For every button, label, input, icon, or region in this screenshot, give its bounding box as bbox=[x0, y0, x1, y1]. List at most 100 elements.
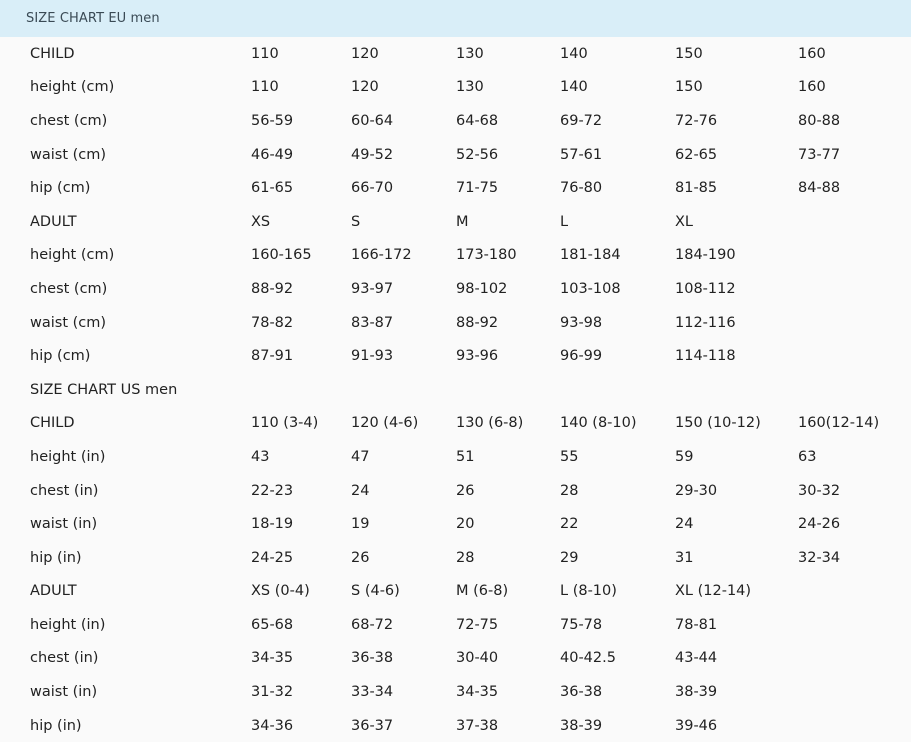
row-label-cell: hip (in) bbox=[30, 717, 82, 734]
table-cell: 160(12-14) bbox=[798, 415, 880, 432]
table-cell: L (8-10) bbox=[560, 583, 617, 600]
table-cell: 69-72 bbox=[560, 112, 603, 129]
table-cell: 166-172 bbox=[351, 247, 412, 264]
table-cell: 24-26 bbox=[798, 516, 841, 533]
row-label-cell: hip (in) bbox=[30, 549, 82, 566]
row-label-cell: height (in) bbox=[30, 616, 106, 633]
table-cell: 160 bbox=[798, 79, 826, 96]
table-row: height (cm) 160-165 166-172 173-180 181-184 1… bbox=[0, 239, 911, 273]
table-cell bbox=[251, 373, 351, 407]
table-cell: 160 bbox=[798, 45, 826, 62]
size-chart-eu-title: SIZE CHART EU men bbox=[26, 11, 160, 26]
table-cell: 93-96 bbox=[456, 348, 499, 365]
row-label-cell: waist (in) bbox=[30, 516, 98, 533]
table-cell: 24 bbox=[351, 482, 370, 499]
table-cell: 76-80 bbox=[560, 180, 603, 197]
table-cell: 36-38 bbox=[560, 684, 603, 701]
table-cell bbox=[798, 339, 911, 373]
table-row: height (in) 65-68 68-72 72-75 75-78 78-81 bbox=[0, 608, 911, 642]
table-cell: 55 bbox=[560, 448, 579, 465]
table-cell: 51 bbox=[456, 448, 475, 465]
table-cell: 140 bbox=[560, 45, 588, 62]
table-cell: S (4-6) bbox=[351, 583, 400, 600]
table-cell: 37-38 bbox=[456, 717, 499, 734]
table-cell bbox=[798, 306, 911, 340]
row-label-cell: CHILD bbox=[30, 415, 75, 432]
table-cell: 112-116 bbox=[675, 314, 736, 331]
row-label-cell: waist (cm) bbox=[30, 314, 107, 331]
table-cell: 52-56 bbox=[456, 146, 499, 163]
table-cell: 81-85 bbox=[675, 180, 718, 197]
table-cell: 38-39 bbox=[675, 684, 718, 701]
table-cell: 110 bbox=[251, 79, 279, 96]
table-row: waist (in) 18-19 19 20 22 24 24-26 bbox=[0, 507, 911, 541]
table-cell: 24-25 bbox=[251, 549, 294, 566]
table-cell: 78-82 bbox=[251, 314, 294, 331]
row-label-cell: chest (cm) bbox=[30, 112, 108, 129]
table-cell: 93-98 bbox=[560, 314, 603, 331]
row-label-cell: height (cm) bbox=[30, 79, 115, 96]
table-cell: 96-99 bbox=[560, 348, 603, 365]
table-cell: 26 bbox=[351, 549, 370, 566]
table-cell: 84-88 bbox=[798, 180, 841, 197]
table-cell: 88-92 bbox=[456, 314, 499, 331]
table-cell: 60-64 bbox=[351, 112, 394, 129]
table-cell bbox=[675, 373, 798, 407]
table-cell bbox=[456, 373, 560, 407]
table-cell: 18-19 bbox=[251, 516, 294, 533]
row-label-cell: SIZE CHART US men bbox=[30, 381, 178, 398]
table-cell: 114-118 bbox=[675, 348, 736, 365]
table-cell: 61-65 bbox=[251, 180, 294, 197]
table-cell: 43 bbox=[251, 448, 270, 465]
row-label-cell: ADULT bbox=[30, 583, 77, 600]
row-label-cell: chest (in) bbox=[30, 650, 99, 667]
table-cell: 26 bbox=[456, 482, 475, 499]
table-row: CHILD 110 120 130 140 150 160 bbox=[0, 37, 911, 71]
table-cell: 47 bbox=[351, 448, 370, 465]
table-cell: 150 (10-12) bbox=[675, 415, 761, 432]
table-cell: 160-165 bbox=[251, 247, 312, 264]
table-cell: 56-59 bbox=[251, 112, 294, 129]
size-chart-body: CHILD 110 120 130 140 150 160 height (cm) 110 120… bbox=[0, 37, 911, 742]
table-row: chest (in) 34-35 36-38 30-40 40-42.5 43-44 bbox=[0, 642, 911, 676]
table-cell: 140 bbox=[560, 79, 588, 96]
row-label-cell: waist (in) bbox=[30, 684, 98, 701]
table-cell: M bbox=[456, 213, 469, 230]
table-row: chest (cm) 88-92 93-97 98-102 103-108 108-112 bbox=[0, 272, 911, 306]
table-cell: 62-65 bbox=[675, 146, 718, 163]
table-cell bbox=[798, 709, 911, 742]
table-cell: 120 bbox=[351, 79, 379, 96]
table-cell: 150 bbox=[675, 45, 703, 62]
table-cell: 22-23 bbox=[251, 482, 294, 499]
size-chart-table: CHILD 110 120 130 140 150 160 height (cm) 110 120… bbox=[0, 37, 911, 742]
table-cell: 181-184 bbox=[560, 247, 621, 264]
table-row: CHILD 110 (3-4) 120 (4-6) 130 (6-8) 140 (8-1… bbox=[0, 407, 911, 441]
table-cell: 38-39 bbox=[560, 717, 603, 734]
table-row: hip (cm) 87-91 91-93 93-96 96-99 114-118 bbox=[0, 339, 911, 373]
table-cell: 40-42.5 bbox=[560, 650, 616, 667]
table-cell: 39-46 bbox=[675, 717, 718, 734]
row-label-cell: height (in) bbox=[30, 448, 106, 465]
table-cell: 34-36 bbox=[251, 717, 294, 734]
table-cell: 28 bbox=[560, 482, 579, 499]
table-cell: 120 (4-6) bbox=[351, 415, 419, 432]
table-cell: 88-92 bbox=[251, 280, 294, 297]
table-cell: 29 bbox=[560, 549, 579, 566]
table-cell: XS (0-4) bbox=[251, 583, 310, 600]
table-cell: L bbox=[560, 213, 569, 230]
table-cell bbox=[560, 373, 675, 407]
table-cell: 73-77 bbox=[798, 146, 841, 163]
table-cell: 68-72 bbox=[351, 616, 394, 633]
row-label-cell: CHILD bbox=[30, 45, 75, 62]
table-cell bbox=[351, 373, 456, 407]
table-row: ADULT XS S M L XL bbox=[0, 205, 911, 239]
size-chart-eu-header: SIZE CHART EU men bbox=[0, 0, 911, 37]
table-cell bbox=[798, 675, 911, 709]
table-cell bbox=[798, 608, 911, 642]
table-cell: 31 bbox=[675, 549, 694, 566]
table-cell: 30-40 bbox=[456, 650, 499, 667]
table-cell: 64-68 bbox=[456, 112, 499, 129]
table-row: chest (in) 22-23 24 26 28 29-30 30-32 bbox=[0, 474, 911, 508]
table-cell: 22 bbox=[560, 516, 579, 533]
table-cell: 59 bbox=[675, 448, 694, 465]
